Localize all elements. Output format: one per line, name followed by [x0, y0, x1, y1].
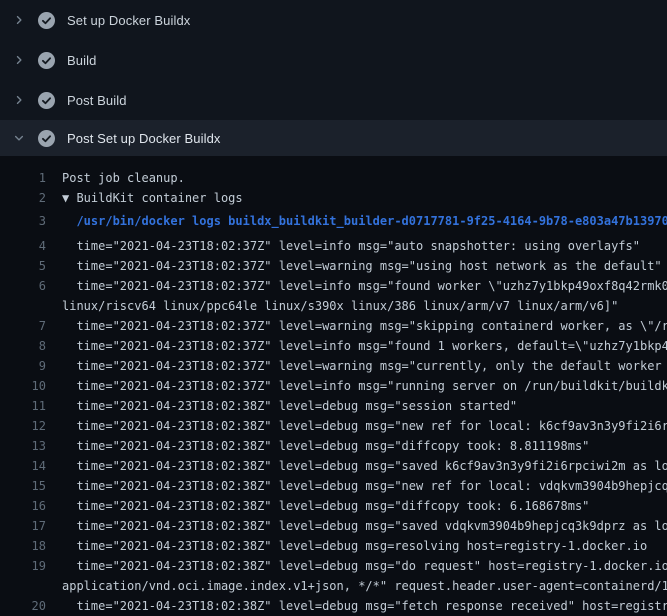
log-line: 19 time="2021-04-23T18:02:38Z" level=deb… [0, 556, 667, 576]
log-text: ▼ BuildKit container logs [62, 188, 243, 208]
log-text: application/vnd.oci.image.index.v1+json,… [62, 576, 667, 596]
log-line: 16 time="2021-04-23T18:02:38Z" level=deb… [0, 496, 667, 516]
log-text: time="2021-04-23T18:02:38Z" level=debug … [62, 396, 517, 416]
line-number[interactable]: 11 [0, 396, 46, 416]
line-number[interactable]: 2 [0, 188, 46, 208]
command-text: /usr/bin/docker logs buildx_buildkit_bui… [62, 211, 667, 236]
log-text: time="2021-04-23T18:02:37Z" level=warnin… [62, 356, 667, 376]
log-line: 1 Post job cleanup. [0, 168, 667, 188]
check-circle-icon [38, 12, 55, 29]
step-label: Set up Docker Buildx [67, 13, 190, 28]
step-row-post-build[interactable]: Post Build [0, 80, 667, 120]
log-text: time="2021-04-23T18:02:38Z" level=debug … [62, 436, 589, 456]
log-text: time="2021-04-23T18:02:38Z" level=debug … [62, 496, 589, 516]
chevron-right-icon[interactable] [12, 54, 25, 67]
line-number [0, 576, 46, 596]
step-label: Post Set up Docker Buildx [67, 131, 221, 146]
step-label: Post Build [67, 93, 127, 108]
line-number[interactable]: 8 [0, 336, 46, 356]
log-text: Post job cleanup. [62, 168, 185, 188]
log-line-continuation: linux/riscv64 linux/ppc64le linux/s390x … [0, 296, 667, 316]
log-line: 3 /usr/bin/docker logs buildx_buildkit_b… [0, 208, 667, 236]
line-number [0, 296, 46, 316]
check-circle-icon [38, 52, 55, 69]
log-line: 12 time="2021-04-23T18:02:38Z" level=deb… [0, 416, 667, 436]
chevron-right-icon[interactable] [12, 14, 25, 27]
log-line: 15 time="2021-04-23T18:02:38Z" level=deb… [0, 476, 667, 496]
log-line: 14 time="2021-04-23T18:02:38Z" level=deb… [0, 456, 667, 476]
line-number[interactable]: 3 [0, 211, 46, 236]
line-number[interactable]: 17 [0, 516, 46, 536]
line-number[interactable]: 1 [0, 168, 46, 188]
log-line: 8 time="2021-04-23T18:02:37Z" level=info… [0, 336, 667, 356]
log-text: time="2021-04-23T18:02:37Z" level=info m… [62, 336, 667, 356]
check-circle-icon [38, 92, 55, 109]
log-text: time="2021-04-23T18:02:37Z" level=info m… [62, 276, 667, 296]
log-text: time="2021-04-23T18:02:38Z" level=debug … [62, 596, 667, 616]
log-text: linux/riscv64 linux/ppc64le linux/s390x … [62, 296, 618, 316]
step-row-build[interactable]: Build [0, 40, 667, 80]
steps-list: Set up Docker Buildx Build Post Build Po… [0, 0, 667, 156]
log-text: time="2021-04-23T18:02:37Z" level=warnin… [62, 316, 667, 336]
log-line: 10 time="2021-04-23T18:02:37Z" level=inf… [0, 376, 667, 396]
log-text: time="2021-04-23T18:02:38Z" level=debug … [62, 416, 667, 436]
line-number[interactable]: 7 [0, 316, 46, 336]
line-number[interactable]: 20 [0, 596, 46, 616]
log-line: 4 time="2021-04-23T18:02:37Z" level=info… [0, 236, 667, 256]
log-line: 9 time="2021-04-23T18:02:37Z" level=warn… [0, 356, 667, 376]
line-number[interactable]: 19 [0, 556, 46, 576]
line-number[interactable]: 15 [0, 476, 46, 496]
line-number[interactable]: 4 [0, 236, 46, 256]
chevron-down-icon[interactable] [12, 132, 25, 145]
log-line: 17 time="2021-04-23T18:02:38Z" level=deb… [0, 516, 667, 536]
check-circle-icon [38, 130, 55, 147]
log-text: time="2021-04-23T18:02:38Z" level=debug … [62, 516, 667, 536]
line-number[interactable]: 9 [0, 356, 46, 376]
line-number[interactable]: 18 [0, 536, 46, 556]
log-text: time="2021-04-23T18:02:37Z" level=info m… [62, 236, 640, 256]
log-group-line[interactable]: 2 ▼ BuildKit container logs [0, 188, 667, 208]
log-text: time="2021-04-23T18:02:38Z" level=debug … [62, 556, 667, 576]
log-line-continuation: application/vnd.oci.image.index.v1+json,… [0, 576, 667, 596]
log-line: 11 time="2021-04-23T18:02:38Z" level=deb… [0, 396, 667, 416]
log-container: 1 Post job cleanup. 2 ▼ BuildKit container … [0, 156, 667, 616]
log-line: 7 time="2021-04-23T18:02:37Z" level=warn… [0, 316, 667, 336]
line-number[interactable]: 13 [0, 436, 46, 456]
chevron-right-icon[interactable] [12, 94, 25, 107]
line-number[interactable]: 14 [0, 456, 46, 476]
line-number[interactable]: 6 [0, 276, 46, 296]
log-line: 6 time="2021-04-23T18:02:37Z" level=info… [0, 276, 667, 296]
log-line: 20 time="2021-04-23T18:02:38Z" level=deb… [0, 596, 667, 616]
log-line: 13 time="2021-04-23T18:02:38Z" level=deb… [0, 436, 667, 456]
step-label: Build [67, 53, 96, 68]
step-row-set-up-docker-buildx[interactable]: Set up Docker Buildx [0, 0, 667, 40]
log-text: time="2021-04-23T18:02:38Z" level=debug … [62, 536, 647, 556]
log-text: time="2021-04-23T18:02:37Z" level=warnin… [62, 256, 662, 276]
log-line: 18 time="2021-04-23T18:02:38Z" level=deb… [0, 536, 667, 556]
log-text: time="2021-04-23T18:02:38Z" level=debug … [62, 456, 667, 476]
log-text: time="2021-04-23T18:02:38Z" level=debug … [62, 476, 667, 496]
log-text: time="2021-04-23T18:02:37Z" level=info m… [62, 376, 667, 396]
line-number[interactable]: 10 [0, 376, 46, 396]
log-line: 5 time="2021-04-23T18:02:37Z" level=warn… [0, 256, 667, 276]
line-number[interactable]: 5 [0, 256, 46, 276]
step-row-post-set-up-docker-buildx[interactable]: Post Set up Docker Buildx [0, 120, 667, 156]
line-number[interactable]: 16 [0, 496, 46, 516]
line-number[interactable]: 12 [0, 416, 46, 436]
